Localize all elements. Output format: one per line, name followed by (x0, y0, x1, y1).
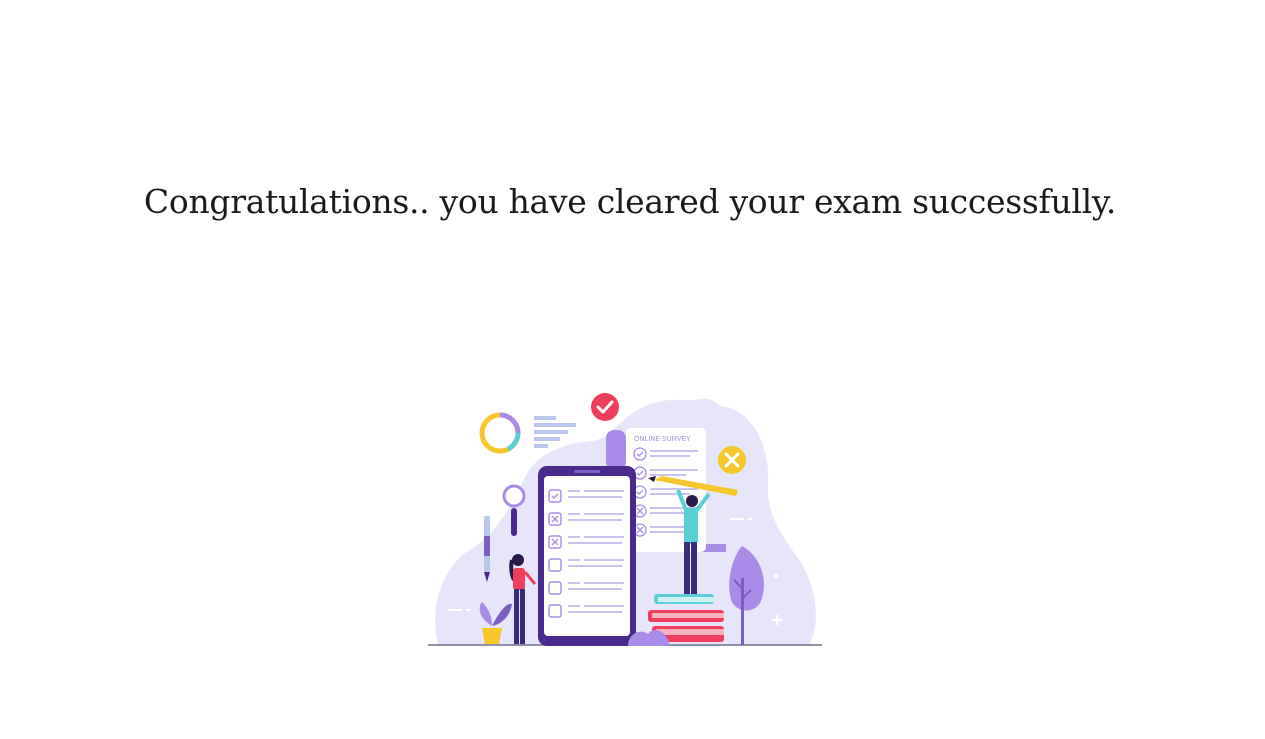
pen-icon (484, 516, 490, 582)
success-message: Congratulations.. you have cleared your … (143, 182, 1117, 221)
phone (538, 466, 636, 646)
donut-chart-icon (479, 412, 521, 454)
purple-tab (606, 430, 626, 470)
x-badge-icon (718, 446, 746, 474)
result-page: Congratulations.. you have cleared your … (0, 0, 1265, 739)
exam-survey-illustration: ONLINE SURVEY (420, 388, 830, 653)
bar-lines-icon (534, 416, 576, 448)
survey-label: ONLINE SURVEY (634, 436, 691, 443)
check-badge-icon (591, 393, 619, 421)
